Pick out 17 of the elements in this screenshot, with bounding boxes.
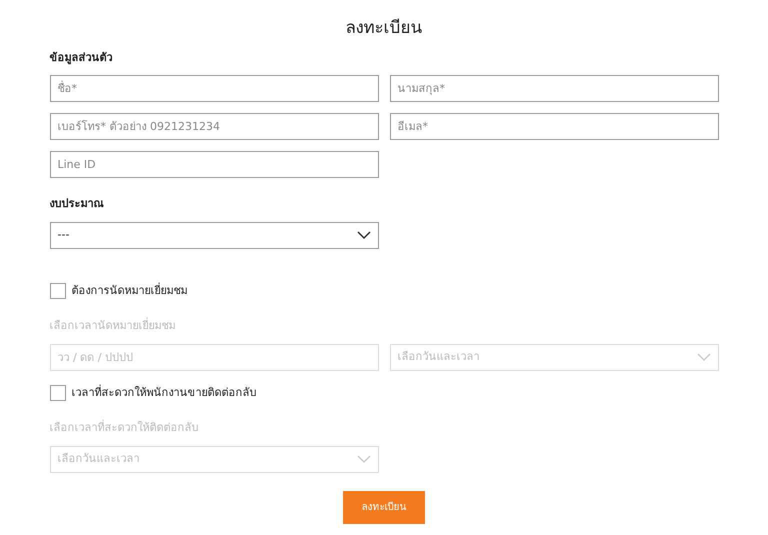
field-label: งบประมาณ bbox=[50, 196, 104, 212]
dropdown[interactable]: --- bbox=[50, 222, 378, 249]
input-field[interactable]: เบอร์โทร* ตัวอย่าง 0921231234 bbox=[50, 112, 378, 140]
checkbox-label: ต้องการนัดหมายเยี่ยมชม bbox=[72, 283, 188, 299]
chevron-icon bbox=[356, 455, 370, 464]
field-label: เลือกเวลานัดหมายเยี่ยมชม bbox=[50, 318, 176, 334]
input-field[interactable]: ชื่อ* bbox=[50, 74, 378, 102]
section-heading: ข้อมูลส่วนตัว bbox=[50, 50, 114, 66]
page-title: ลงทะเบียน bbox=[344, 17, 424, 40]
chevron-icon bbox=[356, 231, 370, 240]
submit-button[interactable]: ลงทะเบียน bbox=[343, 491, 425, 524]
input-field[interactable]: อีเมล* bbox=[390, 112, 718, 140]
checkbox-label: เวลาที่สะดวกให้พนักงานขายติดต่อกลับ bbox=[72, 385, 256, 401]
input-field[interactable]: Line ID bbox=[50, 150, 378, 178]
chevron-icon bbox=[696, 353, 710, 362]
field-label: เลือกเวลาที่สะดวกให้ติดต่อกลับ bbox=[50, 420, 200, 436]
input-field[interactable]: นามสกุล* bbox=[390, 74, 718, 102]
